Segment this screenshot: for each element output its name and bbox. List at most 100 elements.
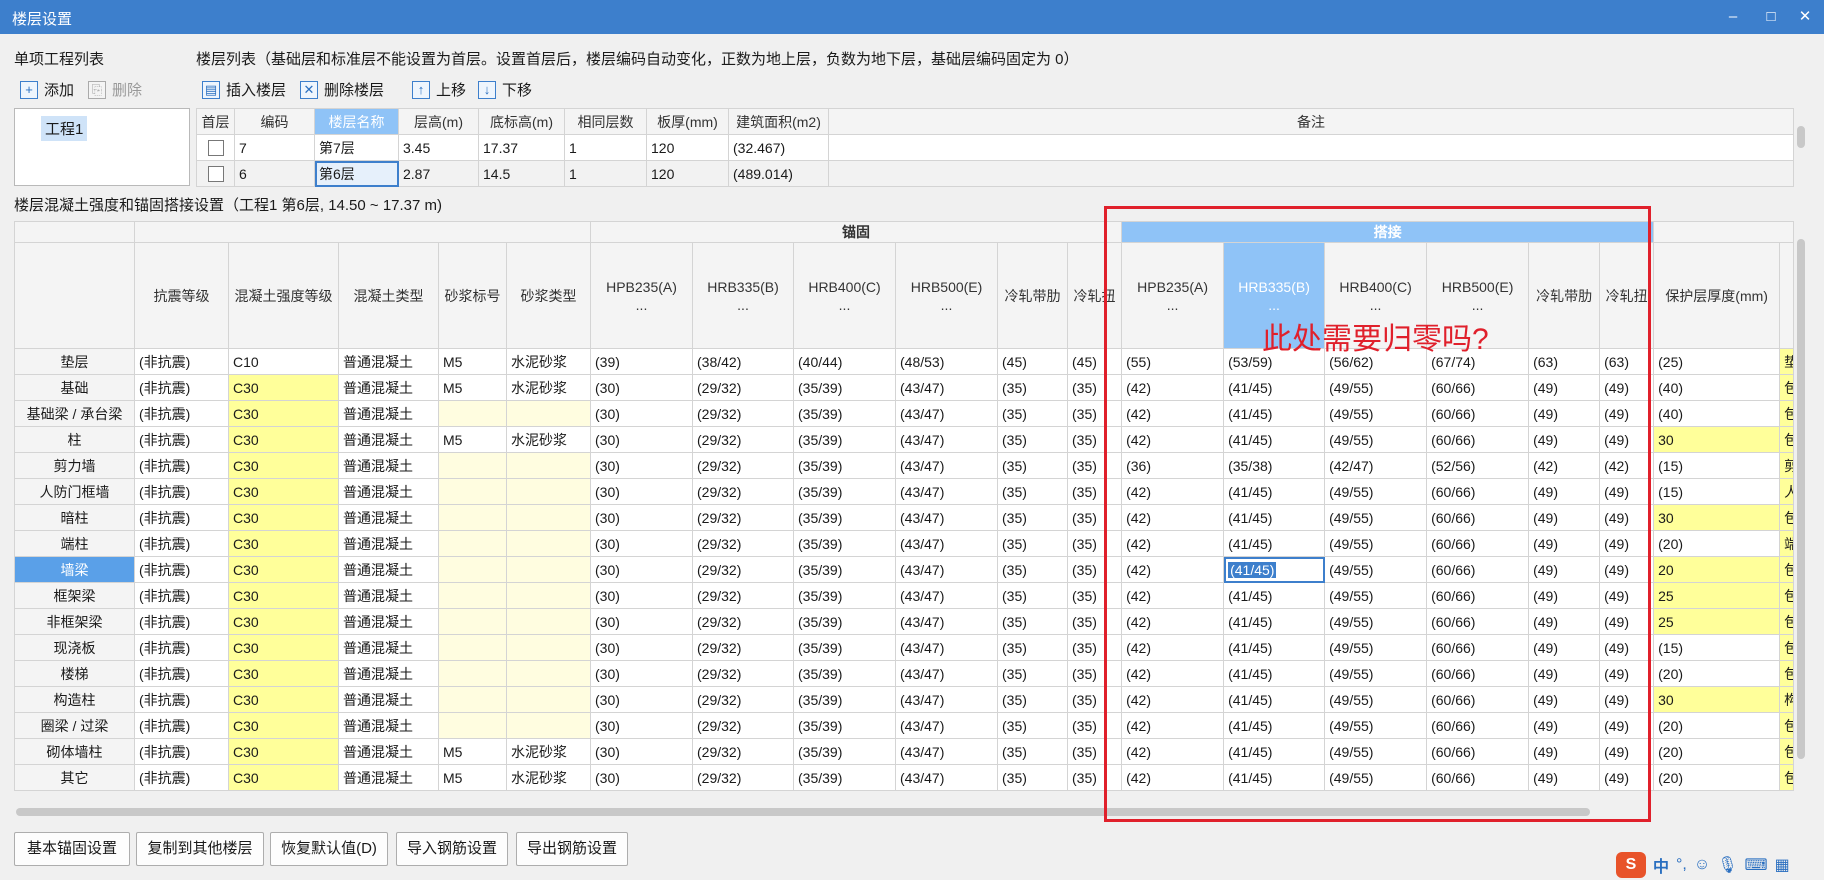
move-up-button[interactable]: ↑ 上移 [412, 79, 466, 100]
remark-cell[interactable]: 人 [1779, 478, 1794, 505]
concrete-grade-cell[interactable]: C10 [228, 348, 339, 375]
remark-cell[interactable]: 构 [1779, 686, 1794, 713]
mortar-type-cell[interactable] [505, 504, 592, 531]
delete-project-button[interactable]: ⎘ 删除 [88, 79, 142, 100]
anchor-value-cell[interactable]: (43/47) [895, 504, 999, 531]
anchor-column-header[interactable]: HRB400(C)... [793, 242, 897, 349]
seismic-grade-cell[interactable]: (非抗震) [134, 660, 229, 687]
concrete-type-cell[interactable]: 普通混凝土 [338, 478, 439, 505]
seismic-grade-cell[interactable]: (非抗震) [134, 686, 229, 713]
mortar-grade-cell[interactable] [438, 556, 507, 583]
delete-floor-button[interactable]: ✕ 删除楼层 [300, 79, 384, 100]
concrete-grade-cell[interactable]: C30 [228, 738, 339, 765]
anchor-value-cell[interactable]: (35/39) [793, 712, 897, 739]
first-floor-checkbox-cell[interactable] [196, 160, 235, 187]
anchor-value-cell[interactable]: (30) [590, 634, 694, 661]
anchor-value-cell[interactable]: (30) [590, 582, 694, 609]
concrete-type-cell[interactable]: 普通混凝土 [338, 582, 439, 609]
anchor-value-cell[interactable]: (29/32) [692, 686, 795, 713]
anchor-value-cell[interactable]: (43/47) [895, 400, 999, 427]
floor-cell[interactable]: 第6层 [314, 160, 399, 187]
anchor-value-cell[interactable]: (30) [590, 660, 694, 687]
seismic-grade-cell[interactable]: (非抗震) [134, 426, 229, 453]
concrete-grade-cell[interactable]: C30 [228, 400, 339, 427]
floor-col-header[interactable]: 相同层数 [564, 108, 647, 135]
anchor-value-cell[interactable]: (35) [997, 426, 1069, 453]
anchor-value-cell[interactable]: (30) [590, 686, 694, 713]
seismic-grade-cell[interactable]: (非抗震) [134, 530, 229, 557]
seismic-grade-cell[interactable]: (非抗震) [134, 374, 229, 401]
anchor-value-cell[interactable]: (30) [590, 374, 694, 401]
anchor-value-cell[interactable]: (43/47) [895, 426, 999, 453]
anchor-value-cell[interactable]: (43/47) [895, 608, 999, 635]
floor-col-header[interactable]: 首层 [196, 108, 235, 135]
floor-col-header[interactable]: 层高(m) [398, 108, 479, 135]
concrete-type-cell[interactable]: 普通混凝土 [338, 764, 439, 791]
mortar-type-cell[interactable] [505, 660, 592, 687]
remark-cell[interactable]: 包 [1779, 556, 1794, 583]
anchor-value-cell[interactable]: (29/32) [692, 608, 795, 635]
anchor-value-cell[interactable]: (35) [997, 530, 1069, 557]
mortar-type-cell[interactable]: 水泥砂浆 [505, 738, 592, 765]
export-rebar-settings-button[interactable]: 导出钢筋设置 [516, 832, 628, 866]
concrete-type-cell[interactable]: 普通混凝土 [338, 530, 439, 557]
floor-cell[interactable]: 第7层 [314, 134, 399, 161]
anchor-value-cell[interactable]: (35) [997, 660, 1069, 687]
cover-thickness-cell[interactable]: (20) [1653, 764, 1781, 791]
mortar-type-cell[interactable] [505, 712, 592, 739]
anchor-value-cell[interactable]: (35/39) [793, 686, 897, 713]
row-name[interactable]: 圈梁 / 过梁 [14, 712, 135, 739]
row-name[interactable]: 端柱 [14, 530, 135, 557]
anchor-value-cell[interactable]: (43/47) [895, 686, 999, 713]
row-name[interactable]: 非框架梁 [14, 608, 135, 635]
mortar-type-cell[interactable] [505, 634, 592, 661]
concrete-type-cell[interactable]: 普通混凝土 [338, 608, 439, 635]
anchor-value-cell[interactable]: (30) [590, 556, 694, 583]
floor-cell[interactable]: (32.467) [728, 134, 829, 161]
anchor-value-cell[interactable]: (35) [997, 374, 1069, 401]
seismic-grade-cell[interactable]: (非抗震) [134, 738, 229, 765]
anchor-value-cell[interactable]: (38/42) [692, 348, 795, 375]
mortar-grade-cell[interactable] [438, 478, 507, 505]
anchor-value-cell[interactable]: (35) [997, 686, 1069, 713]
concrete-grade-cell[interactable]: C30 [228, 478, 339, 505]
anchor-value-cell[interactable]: (35/39) [793, 530, 897, 557]
anchor-value-cell[interactable]: (43/47) [895, 712, 999, 739]
anchor-value-cell[interactable]: (29/32) [692, 634, 795, 661]
remark-cell[interactable]: 包 [1779, 738, 1794, 765]
anchor-value-cell[interactable]: (45) [997, 348, 1069, 375]
seismic-grade-cell[interactable]: (非抗震) [134, 478, 229, 505]
anchor-value-cell[interactable]: (35/39) [793, 426, 897, 453]
concrete-type-cell[interactable]: 普通混凝土 [338, 738, 439, 765]
floor-row[interactable]: 7 第7层 3.45 17.37 1 120 (32.467) [196, 134, 1794, 161]
mortar-type-cell[interactable] [505, 452, 592, 479]
mortar-type-cell[interactable]: 水泥砂浆 [505, 426, 592, 453]
floor-note-cell[interactable] [828, 160, 1794, 187]
concrete-grade-cell[interactable]: C30 [228, 660, 339, 687]
floor-scroll-thumb[interactable] [1797, 126, 1805, 148]
anchor-value-cell[interactable]: (43/47) [895, 374, 999, 401]
anchor-value-cell[interactable]: (35) [997, 608, 1069, 635]
anchor-column-header[interactable]: 冷轧带肋 [997, 242, 1069, 349]
mortar-grade-cell[interactable] [438, 608, 507, 635]
mortar-type-cell[interactable] [505, 686, 592, 713]
grid-vertical-scrollbar[interactable] [1794, 221, 1808, 815]
column-header[interactable]: 抗震等级 [134, 242, 229, 349]
mortar-grade-cell[interactable] [438, 530, 507, 557]
microphone-icon[interactable]: 🎙 [1717, 855, 1737, 875]
anchor-value-cell[interactable]: (29/32) [692, 504, 795, 531]
anchor-value-cell[interactable]: (35/39) [793, 634, 897, 661]
concrete-grade-cell[interactable]: C30 [228, 634, 339, 661]
cover-thickness-cell[interactable]: (20) [1653, 738, 1781, 765]
anchor-value-cell[interactable]: (35/39) [793, 478, 897, 505]
cover-thickness-header[interactable]: 保护层厚度(mm) [1653, 242, 1781, 349]
concrete-type-cell[interactable]: 普通混凝土 [338, 660, 439, 687]
floor-col-header[interactable]: 备注 [828, 108, 1794, 135]
column-header[interactable]: 混凝土强度等级 [228, 242, 339, 349]
column-header[interactable]: 砂浆类型 [505, 242, 592, 349]
cover-thickness-cell[interactable]: (15) [1653, 452, 1781, 479]
anchor-column-header[interactable]: HRB335(B)... [692, 242, 795, 349]
floor-col-header[interactable]: 编码 [234, 108, 315, 135]
anchor-value-cell[interactable]: (35/39) [793, 608, 897, 635]
seismic-grade-cell[interactable]: (非抗震) [134, 634, 229, 661]
